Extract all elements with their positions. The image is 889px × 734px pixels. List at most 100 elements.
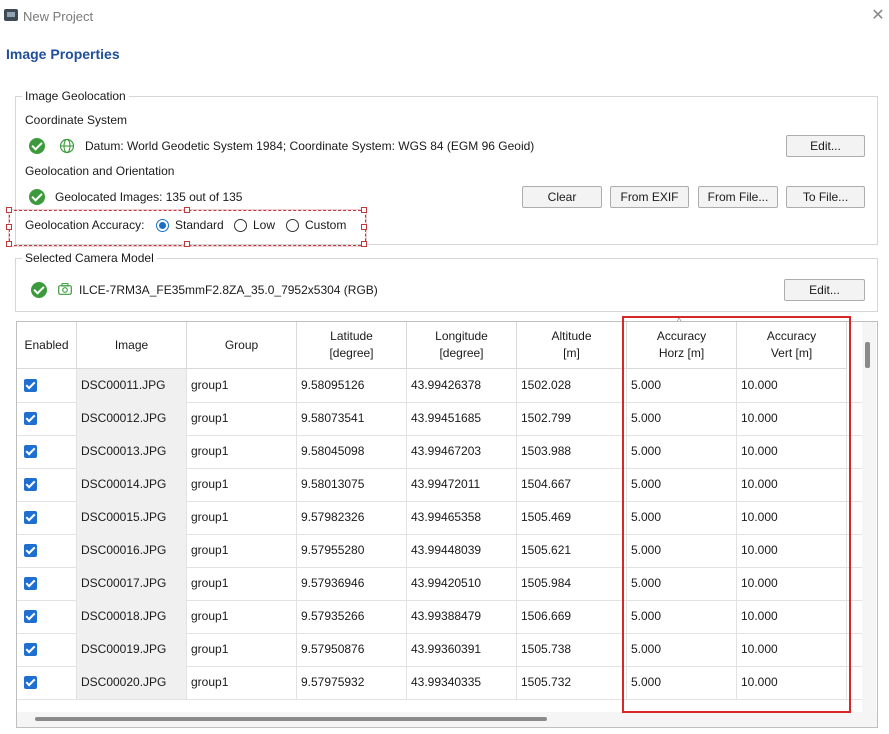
column-header-longitude[interactable]: Longitude [degree]	[407, 322, 517, 369]
enabled-checkbox[interactable]	[24, 577, 37, 590]
geolocation-accuracy-label: Geolocation Accuracy:	[25, 218, 145, 232]
cell-image[interactable]: DSC00012.JPG	[77, 402, 187, 435]
cell-group[interactable]: group1	[187, 600, 297, 633]
radio-standard[interactable]	[156, 219, 169, 232]
selection-handle	[184, 207, 190, 213]
cell-image[interactable]: DSC00016.JPG	[77, 534, 187, 567]
selection-handle	[6, 224, 12, 230]
selection-handle	[361, 207, 367, 213]
enabled-checkbox[interactable]	[24, 643, 37, 656]
cell-latitude[interactable]: 9.58095126	[297, 369, 407, 402]
enabled-checkbox[interactable]	[24, 478, 37, 491]
window-title: New Project	[23, 9, 94, 24]
cell-altitude[interactable]: 1506.669	[517, 600, 627, 633]
cell-altitude[interactable]: 1505.732	[517, 666, 627, 699]
cell-longitude[interactable]: 43.99472011	[407, 468, 517, 501]
status-check-icon	[29, 138, 45, 154]
cell-altitude[interactable]: 1505.738	[517, 633, 627, 666]
cell-image[interactable]: DSC00019.JPG	[77, 633, 187, 666]
cell-latitude[interactable]: 9.57975932	[297, 666, 407, 699]
enabled-checkbox[interactable]	[24, 544, 37, 557]
column-header-image[interactable]: Image	[77, 322, 187, 369]
cell-altitude[interactable]: 1504.667	[517, 468, 627, 501]
enabled-checkbox[interactable]	[24, 412, 37, 425]
radio-custom-label[interactable]: Custom	[305, 218, 346, 232]
column-header-altitude[interactable]: Altitude [m]	[517, 322, 627, 369]
edit-camera-model-button[interactable]: Edit...	[784, 279, 865, 301]
cell-latitude[interactable]: 9.58045098	[297, 435, 407, 468]
radio-low[interactable]	[234, 219, 247, 232]
cell-latitude[interactable]: 9.57955280	[297, 534, 407, 567]
from-file-button[interactable]: From File...	[698, 186, 778, 208]
horizontal-scroll-thumb[interactable]	[35, 717, 547, 721]
cell-enabled	[17, 567, 77, 600]
cell-latitude[interactable]: 9.57935266	[297, 600, 407, 633]
column-header-latitude[interactable]: Latitude [degree]	[297, 322, 407, 369]
cell-longitude[interactable]: 43.99360391	[407, 633, 517, 666]
enabled-checkbox[interactable]	[24, 445, 37, 458]
vertical-scrollbar[interactable]	[862, 322, 876, 712]
cell-image[interactable]: DSC00018.JPG	[77, 600, 187, 633]
to-file-button[interactable]: To File...	[786, 186, 865, 208]
from-exif-button[interactable]: From EXIF	[610, 186, 689, 208]
vertical-scroll-thumb[interactable]	[865, 342, 870, 368]
radio-low-label[interactable]: Low	[253, 218, 275, 232]
cell-longitude[interactable]: 43.99426378	[407, 369, 517, 402]
title-bar	[0, 0, 889, 34]
cell-group[interactable]: group1	[187, 501, 297, 534]
radio-standard-label[interactable]: Standard	[175, 218, 224, 232]
cell-latitude[interactable]: 9.57950876	[297, 633, 407, 666]
cell-group[interactable]: group1	[187, 402, 297, 435]
cell-group[interactable]: group1	[187, 534, 297, 567]
cell-enabled	[17, 666, 77, 699]
cell-latitude[interactable]: 9.58073541	[297, 402, 407, 435]
cell-image[interactable]: DSC00017.JPG	[77, 567, 187, 600]
enabled-checkbox[interactable]	[24, 610, 37, 623]
cell-latitude[interactable]: 9.58013075	[297, 468, 407, 501]
column-header-enabled[interactable]: Enabled	[17, 322, 77, 369]
cell-longitude[interactable]: 43.99451685	[407, 402, 517, 435]
cell-group[interactable]: group1	[187, 633, 297, 666]
enabled-checkbox[interactable]	[24, 511, 37, 524]
cell-longitude[interactable]: 43.99388479	[407, 600, 517, 633]
coordinate-system-label: Coordinate System	[25, 113, 128, 127]
cell-altitude[interactable]: 1505.984	[517, 567, 627, 600]
cell-image[interactable]: DSC00014.JPG	[77, 468, 187, 501]
cell-image[interactable]: DSC00011.JPG	[77, 369, 187, 402]
cell-altitude[interactable]: 1502.799	[517, 402, 627, 435]
status-check-icon	[29, 189, 45, 205]
cell-enabled	[17, 369, 77, 402]
coordinate-system-value: Datum: World Geodetic System 1984; Coord…	[85, 139, 535, 153]
cell-longitude[interactable]: 43.99465358	[407, 501, 517, 534]
cell-group[interactable]: group1	[187, 468, 297, 501]
cell-group[interactable]: group1	[187, 435, 297, 468]
cell-longitude[interactable]: 43.99467203	[407, 435, 517, 468]
selection-handle	[361, 224, 367, 230]
column-header-group[interactable]: Group	[187, 322, 297, 369]
edit-coordinate-system-button[interactable]: Edit...	[786, 135, 865, 157]
cell-group[interactable]: group1	[187, 567, 297, 600]
cell-longitude[interactable]: 43.99420510	[407, 567, 517, 600]
cell-altitude[interactable]: 1502.028	[517, 369, 627, 402]
cell-image[interactable]: DSC00020.JPG	[77, 666, 187, 699]
cell-enabled	[17, 534, 77, 567]
close-button[interactable]: ✕	[870, 6, 886, 26]
enabled-checkbox[interactable]	[24, 379, 37, 392]
camera-model-group-label: Selected Camera Model	[22, 251, 157, 265]
cell-enabled	[17, 633, 77, 666]
cell-altitude[interactable]: 1503.988	[517, 435, 627, 468]
cell-latitude[interactable]: 9.57936946	[297, 567, 407, 600]
cell-altitude[interactable]: 1505.621	[517, 534, 627, 567]
enabled-checkbox[interactable]	[24, 676, 37, 689]
cell-image[interactable]: DSC00015.JPG	[77, 501, 187, 534]
cell-group[interactable]: group1	[187, 666, 297, 699]
cell-altitude[interactable]: 1505.469	[517, 501, 627, 534]
cell-longitude[interactable]: 43.99340335	[407, 666, 517, 699]
cell-group[interactable]: group1	[187, 369, 297, 402]
radio-custom[interactable]	[286, 219, 299, 232]
cell-image[interactable]: DSC00013.JPG	[77, 435, 187, 468]
cell-enabled	[17, 600, 77, 633]
cell-longitude[interactable]: 43.99448039	[407, 534, 517, 567]
cell-latitude[interactable]: 9.57982326	[297, 501, 407, 534]
clear-button[interactable]: Clear	[522, 186, 602, 208]
